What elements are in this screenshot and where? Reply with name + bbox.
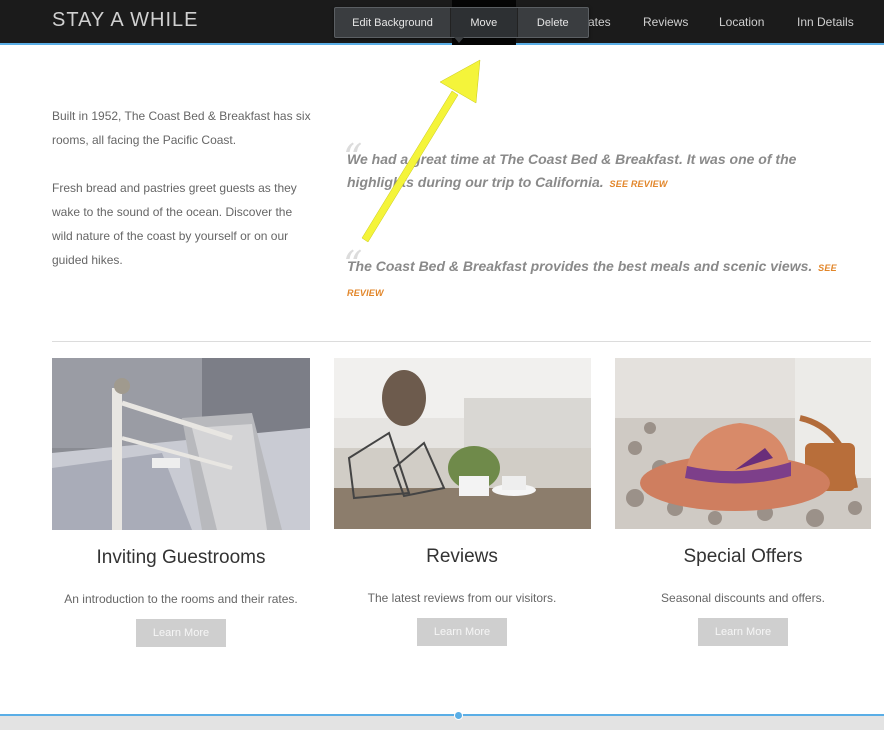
next-section-background bbox=[0, 716, 884, 730]
card-desc-guestrooms: An introduction to the rooms and their r… bbox=[64, 592, 298, 606]
delete-button[interactable]: Delete bbox=[518, 8, 588, 37]
nav-item-rates[interactable]: ates bbox=[588, 15, 611, 29]
learn-more-button-reviews[interactable]: Learn More bbox=[417, 618, 507, 646]
testimonial-2: The Coast Bed & Breakfast provides the b… bbox=[347, 255, 847, 305]
learn-more-button-special-offers[interactable]: Learn More bbox=[698, 618, 788, 646]
toolbar-pointer bbox=[454, 37, 464, 43]
special-offers-image bbox=[615, 358, 871, 529]
see-review-link[interactable]: SEE REVIEW bbox=[610, 179, 668, 189]
guestroom-image bbox=[52, 358, 310, 530]
card-title-reviews: Reviews bbox=[426, 546, 498, 567]
move-button[interactable]: Move bbox=[451, 8, 518, 37]
testimonial-1: We had a great time at The Coast Bed & B… bbox=[347, 148, 847, 196]
card-desc-special-offers: Seasonal discounts and offers. bbox=[661, 591, 825, 605]
nav-item-location[interactable]: Location bbox=[719, 15, 764, 29]
reviews-image bbox=[334, 358, 591, 529]
site-brand[interactable]: STAY A WHILE bbox=[52, 9, 199, 32]
card-title-special-offers: Special Offers bbox=[683, 546, 803, 567]
nav-item-reviews[interactable]: Reviews bbox=[643, 15, 688, 29]
testimonial-text: We had a great time at The Coast Bed & B… bbox=[347, 151, 797, 190]
intro-paragraph-1: Built in 1952, The Coast Bed & Breakfast… bbox=[52, 109, 311, 147]
section-divider bbox=[52, 341, 871, 342]
learn-more-button-guestrooms[interactable]: Learn More bbox=[136, 619, 226, 647]
card-title-guestrooms: Inviting Guestrooms bbox=[96, 547, 266, 568]
nav-item-inn-details[interactable]: Inn Details bbox=[797, 15, 854, 29]
testimonial-text: The Coast Bed & Breakfast provides the b… bbox=[347, 258, 813, 274]
intro-text: Built in 1952, The Coast Bed & Breakfast… bbox=[52, 104, 312, 272]
resize-handle[interactable] bbox=[454, 711, 463, 720]
edit-background-button[interactable]: Edit Background bbox=[335, 8, 452, 37]
intro-paragraph-2: Fresh bread and pastries greet guests as… bbox=[52, 181, 297, 267]
card-desc-reviews: The latest reviews from our visitors. bbox=[367, 591, 557, 605]
element-edit-toolbar: Edit Background Move Delete bbox=[334, 7, 589, 38]
